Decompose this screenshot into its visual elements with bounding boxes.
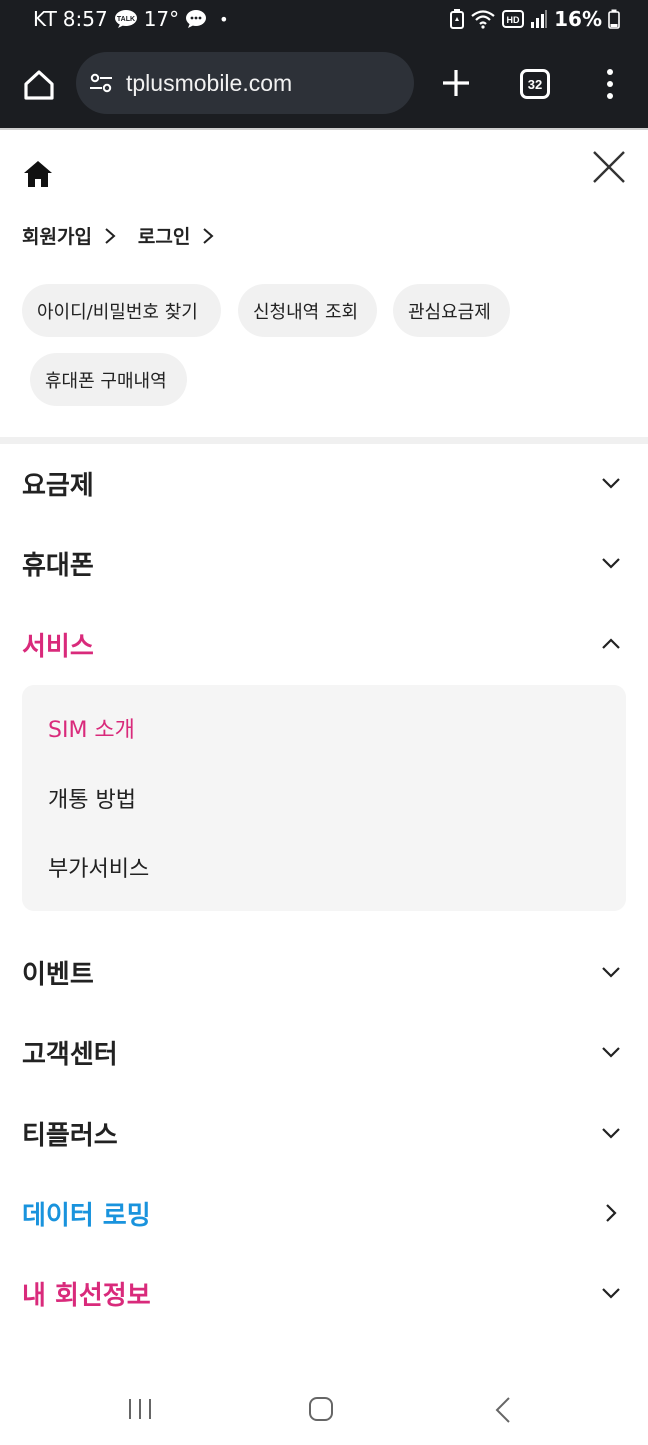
nav-item-tplus[interactable]: 티플러스 — [22, 1103, 626, 1163]
svg-text:HD: HD — [507, 15, 520, 25]
application-history-chip[interactable]: 신청내역 조회 — [238, 284, 377, 337]
nav-item-phones[interactable]: 휴대폰 — [22, 533, 626, 593]
status-bar: KT 8:57 TALK 17° • HD 16% — [0, 0, 648, 40]
nav-label: 요금제 — [22, 470, 94, 501]
find-id-password-chip[interactable]: 아이디/비밀번호 찾기 — [22, 284, 221, 337]
services-submenu: SIM 소개 개통 방법 부가서비스 — [22, 685, 626, 911]
nav-label: 이벤트 — [22, 959, 94, 990]
chevron-down-icon — [602, 967, 620, 978]
nav-item-my-line-info[interactable]: 내 회선정보 — [22, 1263, 626, 1323]
new-tab-icon[interactable] — [437, 64, 475, 102]
auth-links: 회원가입 로그인 — [22, 222, 214, 249]
nav-item-data-roaming[interactable]: 데이터 로밍 — [22, 1183, 626, 1243]
battery-percent: 16% — [554, 7, 602, 31]
chevron-up-icon — [602, 638, 620, 649]
chevron-right-icon — [105, 227, 116, 244]
nav-item-plans[interactable]: 요금제 — [22, 453, 626, 513]
tab-switcher-button[interactable]: 32 — [520, 69, 550, 99]
favorite-plans-chip[interactable]: 관심요금제 — [393, 284, 510, 337]
chevron-down-icon — [602, 558, 620, 569]
recent-apps-icon[interactable] — [127, 1398, 153, 1420]
signup-link[interactable]: 회원가입 — [22, 222, 116, 249]
nav-item-customer-center[interactable]: 고객센터 — [22, 1022, 626, 1082]
battery-icon — [608, 9, 620, 29]
system-navigation-bar — [0, 1372, 648, 1445]
carrier-label: KT — [33, 7, 57, 31]
nav-label: 데이터 로밍 — [22, 1200, 151, 1231]
section-divider — [0, 437, 648, 444]
address-bar[interactable]: tplusmobile.com — [76, 52, 414, 114]
nav-label: 휴대폰 — [22, 550, 94, 581]
chevron-down-icon — [602, 1288, 620, 1299]
signal-icon — [530, 10, 548, 28]
signup-label: 회원가입 — [22, 226, 92, 248]
submenu-item-addon-services[interactable]: 부가서비스 — [48, 851, 149, 883]
nav-label: 고객센터 — [22, 1039, 118, 1070]
nav-label: 티플러스 — [22, 1120, 118, 1151]
system-home-icon[interactable] — [308, 1396, 334, 1422]
url-text[interactable]: tplusmobile.com — [126, 70, 292, 97]
chevron-down-icon — [602, 478, 620, 489]
nav-label: 내 회선정보 — [22, 1280, 151, 1311]
svg-text:TALK: TALK — [117, 16, 135, 23]
chevron-down-icon — [602, 1047, 620, 1058]
clock: 8:57 — [62, 7, 108, 31]
browser-toolbar: tplusmobile.com 32 — [0, 40, 648, 128]
temperature: 17° — [143, 7, 180, 31]
hd-voice-icon: HD — [502, 10, 525, 28]
close-icon[interactable] — [590, 148, 628, 186]
chevron-down-icon — [602, 1128, 620, 1139]
chevron-right-icon — [203, 227, 214, 244]
nav-item-events[interactable]: 이벤트 — [22, 942, 626, 1002]
battery-saver-icon — [450, 9, 465, 29]
submenu-item-sim-intro[interactable]: SIM 소개 — [48, 712, 135, 744]
phone-purchase-history-chip[interactable]: 휴대폰 구매내역 — [30, 353, 187, 406]
toolbar-divider — [0, 128, 648, 130]
browser-home-icon[interactable] — [18, 64, 60, 106]
message-icon — [185, 9, 207, 29]
more-menu-icon[interactable] — [598, 66, 622, 102]
site-settings-icon[interactable] — [88, 70, 114, 96]
login-link[interactable]: 로그인 — [138, 222, 214, 249]
notification-dot: • — [219, 9, 229, 29]
nav-label: 서비스 — [22, 631, 94, 662]
wifi-icon — [470, 9, 496, 29]
kakaotalk-icon: TALK — [114, 9, 138, 29]
chevron-right-icon — [606, 1204, 617, 1222]
back-icon[interactable] — [494, 1396, 512, 1424]
home-icon[interactable] — [22, 158, 54, 190]
submenu-item-activation[interactable]: 개통 방법 — [48, 782, 136, 814]
login-label: 로그인 — [137, 226, 191, 248]
nav-item-services[interactable]: 서비스 — [22, 614, 626, 674]
